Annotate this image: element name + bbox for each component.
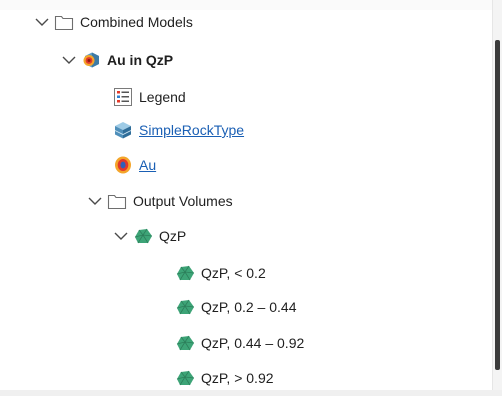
tree-item-volume[interactable]: QzP, < 0.2	[175, 256, 266, 290]
tree-item-label: Output Volumes	[133, 193, 233, 209]
tree-item-label: QzP, > 0.92	[201, 370, 274, 386]
vertical-scrollbar[interactable]	[492, 0, 502, 390]
tree-item-label: Combined Models	[80, 14, 193, 30]
volume-icon	[175, 297, 195, 317]
folder-icon	[54, 12, 74, 32]
tree-item-au-in-qzp[interactable]: Au in QzP	[61, 43, 173, 77]
tree-item-au[interactable]: Au	[113, 148, 156, 182]
project-tree[interactable]: Combined Models Au in QzP Legend SimpleR…	[0, 0, 492, 390]
legend-icon	[113, 87, 133, 107]
tree-item-label: QzP	[159, 228, 187, 244]
tree-item-label: QzP, 0.44 – 0.92	[201, 335, 305, 351]
combined-model-icon	[81, 50, 101, 70]
tree-item-volume[interactable]: QzP, 0.2 – 0.44	[175, 290, 296, 324]
tree-item-volume[interactable]: QzP, 0.44 – 0.92	[175, 326, 304, 360]
tree-item-qzp[interactable]: QzP	[113, 219, 186, 253]
chevron-down-icon[interactable]	[61, 52, 77, 68]
folder-icon	[107, 191, 127, 211]
tree-item-label: Legend	[139, 89, 186, 105]
numeric-model-icon	[113, 155, 133, 175]
horizontal-scroll-track[interactable]	[0, 390, 502, 396]
tree-item-legend[interactable]: Legend	[113, 80, 186, 114]
tree-item-label: Au in QzP	[107, 52, 174, 68]
chevron-down-icon[interactable]	[34, 14, 50, 30]
chevron-down-icon[interactable]	[113, 228, 129, 244]
tree-item-label: QzP, 0.2 – 0.44	[201, 299, 297, 315]
scrollbar-thumb[interactable]	[495, 40, 500, 370]
au-link[interactable]: Au	[139, 156, 156, 174]
volume-icon	[175, 333, 195, 353]
geological-model-icon	[113, 120, 133, 140]
tree-item-simple-rock-type[interactable]: SimpleRockType	[113, 113, 244, 147]
simple-rock-type-link[interactable]: SimpleRockType	[139, 121, 244, 139]
tree-item-label: QzP, < 0.2	[201, 265, 266, 281]
volume-icon	[133, 226, 153, 246]
volume-icon	[175, 263, 195, 283]
tree-item-combined-models[interactable]: Combined Models	[34, 5, 193, 39]
chevron-down-icon[interactable]	[87, 193, 103, 209]
volume-icon	[175, 368, 195, 388]
tree-item-output-volumes[interactable]: Output Volumes	[87, 184, 233, 218]
